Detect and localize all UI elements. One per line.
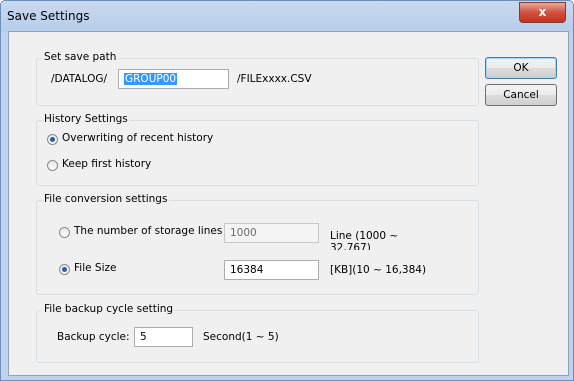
save-settings-dialog: Save Settings x Set save path /DATALOG/ …	[0, 0, 574, 381]
file-size-radio[interactable]	[59, 264, 70, 275]
storage-lines-range: Line (1000 ~ 32,767)	[330, 230, 440, 250]
file-size-range: [KB](10 ~ 16,384)	[330, 264, 427, 276]
close-button[interactable]: x	[519, 2, 566, 23]
storage-lines-range-line1: Line (1000 ~	[330, 230, 399, 242]
cancel-button[interactable]: Cancel	[485, 84, 557, 106]
dialog-body: Set save path /DATALOG/ GROUP00 /FILExxx…	[8, 31, 569, 376]
conversion-group: File conversion settings The number of s…	[36, 193, 479, 295]
ok-button[interactable]: OK	[485, 57, 557, 79]
storage-lines-label[interactable]: The number of storage lines	[74, 225, 222, 237]
storage-lines-value: 1000	[230, 227, 257, 239]
close-icon: x	[538, 5, 547, 19]
backup-group-label: File backup cycle setting	[42, 303, 176, 315]
backup-cycle-input[interactable]: 5	[134, 327, 193, 347]
file-size-label[interactable]: File Size	[74, 262, 116, 274]
folder-input-value: GROUP00	[124, 73, 178, 85]
history-group-label: History Settings	[42, 113, 130, 125]
backup-group: File backup cycle setting Backup cycle: …	[36, 303, 479, 363]
storage-lines-input[interactable]: 1000	[224, 223, 319, 243]
backup-cycle-unit: Second(1 ~ 5)	[203, 331, 279, 343]
file-size-value: 16384	[230, 264, 264, 276]
folder-input[interactable]: GROUP00	[118, 69, 229, 89]
keep-first-radio[interactable]	[47, 160, 58, 171]
conversion-group-label: File conversion settings	[42, 193, 170, 205]
save-path-group-label: Set save path	[42, 51, 119, 63]
title-bar[interactable]: Save Settings x	[1, 1, 573, 32]
path-suffix: /FILExxxx.CSV	[237, 73, 312, 85]
keep-first-label[interactable]: Keep first history	[62, 158, 151, 170]
backup-cycle-value: 5	[140, 331, 147, 343]
overwrite-label[interactable]: Overwriting of recent history	[62, 132, 213, 144]
history-group: History Settings Overwriting of recent h…	[36, 113, 479, 186]
overwrite-radio[interactable]	[47, 134, 58, 145]
file-size-input[interactable]: 16384	[224, 260, 319, 280]
backup-cycle-label: Backup cycle:	[57, 331, 130, 343]
window-title: Save Settings	[7, 9, 90, 23]
storage-lines-radio[interactable]	[59, 227, 70, 238]
save-path-group: Set save path /DATALOG/ GROUP00 /FILExxx…	[36, 51, 479, 106]
storage-lines-range-line2: 32,767)	[330, 242, 371, 250]
path-prefix: /DATALOG/	[51, 73, 108, 85]
